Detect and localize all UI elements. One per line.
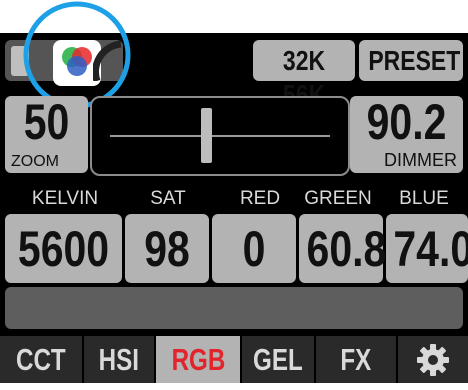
info-bar [5, 287, 463, 329]
header-blue: BLUE [399, 188, 449, 209]
temp-32k-56k-button[interactable]: 32K 56K [253, 40, 355, 110]
slider-handle[interactable] [201, 108, 212, 163]
sat-value: 98 [144, 221, 190, 277]
header-kelvin: KELVIN [31, 188, 99, 209]
tab-hsi[interactable]: HSI [84, 336, 154, 383]
tab-cct[interactable]: CCT [0, 336, 82, 383]
temp-32k-label: 32K [282, 45, 326, 76]
header-green: GREEN [304, 188, 372, 209]
slider-track-area[interactable] [90, 96, 350, 176]
red-value: 0 [242, 221, 266, 277]
header-red: RED [239, 188, 281, 209]
green-value: 60.8 [306, 221, 387, 277]
sat-value-button[interactable]: 98 [125, 214, 209, 283]
red-value-button[interactable]: 0 [212, 214, 296, 283]
tab-fx[interactable]: FX [316, 336, 396, 383]
tab-gel[interactable]: GEL [242, 336, 314, 383]
slider-track [110, 135, 330, 137]
zoom-label: ZOOM [11, 153, 59, 170]
blue-value: 74.0 [393, 221, 468, 277]
zoom-value: 50 [23, 94, 70, 150]
kelvin-value: 5600 [17, 221, 110, 277]
tab-rgb[interactable]: RGB [156, 336, 240, 383]
settings-gear-icon [417, 344, 449, 376]
dimmer-value: 90.2 [366, 94, 447, 150]
blue-value-button[interactable]: 74.0 [386, 214, 468, 283]
header-sat: SAT [150, 188, 186, 209]
dimmer-control[interactable]: 90.2 DIMMER [350, 94, 463, 173]
green-value-button[interactable]: 60.8 [299, 214, 387, 283]
kelvin-value-button[interactable]: 5600 [5, 214, 122, 283]
zoom-control[interactable]: 50 ZOOM [5, 94, 88, 173]
preset-button[interactable]: PRESET [359, 40, 463, 81]
preset-label: PRESET [368, 45, 461, 76]
settings-button[interactable] [398, 336, 468, 383]
dimmer-label: DIMMER [384, 150, 457, 170]
